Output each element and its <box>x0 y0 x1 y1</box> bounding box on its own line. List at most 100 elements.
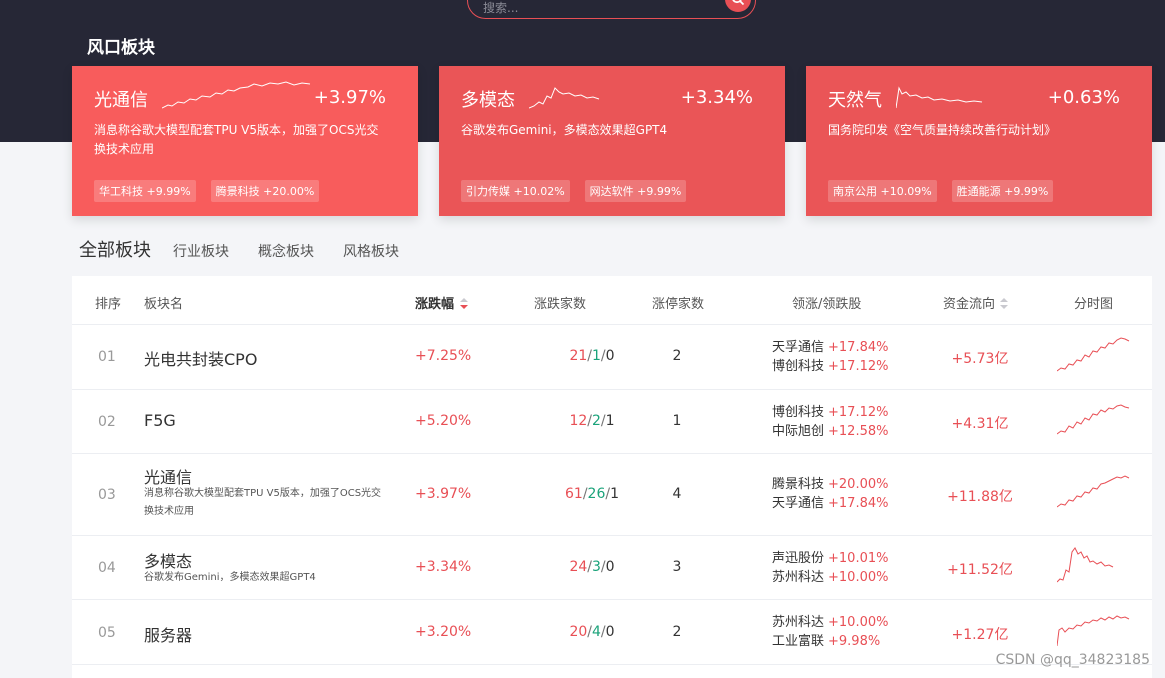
header-fund-flow-label: 资金流向 <box>943 297 996 312</box>
table-row[interactable]: 02 F5G +5.20% 12/2/1 1 博创科技 +17.12% 中际旭创 +… <box>72 389 1152 453</box>
row-intraday-sparkline <box>1057 547 1114 583</box>
row-limit-up-count: 4 <box>672 486 682 502</box>
search-placeholder: 搜索... <box>483 1 519 15</box>
tab-concept[interactable]: 概念板块 <box>258 241 314 261</box>
row-rank: 02 <box>98 414 116 430</box>
row-limit-up-count: 2 <box>672 624 682 640</box>
row-rank: 01 <box>98 349 116 365</box>
stock-chip[interactable]: 腾景科技 +20.00% <box>210 180 320 202</box>
flat-count: 26 <box>587 486 606 502</box>
row-fund-flow: +11.88亿 <box>947 489 1013 505</box>
row-leaders: 声迅股份 +10.01% 苏州科达 +10.00% <box>772 549 888 587</box>
down-count: 0 <box>605 559 615 575</box>
card-stocks: 南京公用 +10.09% 胜通能源 +9.99% <box>828 180 1054 202</box>
row-change: +3.20% <box>415 624 472 640</box>
table-row[interactable]: 05 服务器 +3.20% 20/4/0 2 苏州科达 +10.00% 工业富联 +… <box>72 599 1152 664</box>
header-change-label: 涨跌幅 <box>415 297 455 312</box>
leader-stock[interactable]: 苏州科达 <box>772 570 824 585</box>
stock-chip[interactable]: 胜通能源 +9.99% <box>951 180 1054 202</box>
row-intraday-sparkline <box>1057 337 1130 372</box>
leader-stock[interactable]: 腾景科技 <box>772 477 824 492</box>
leader-stock[interactable]: 博创科技 <box>772 405 824 420</box>
row-leaders: 苏州科达 +10.00% 工业富联 +9.98% <box>772 613 888 651</box>
leader-stock[interactable]: 天孚通信 <box>772 340 824 355</box>
up-count: 24 <box>569 559 588 575</box>
up-count: 12 <box>569 413 588 429</box>
stock-chip[interactable]: 引力传媒 +10.02% <box>461 180 570 202</box>
row-limit-up-count: 2 <box>672 348 682 364</box>
row-rank: 04 <box>98 560 116 576</box>
row-intraday-sparkline <box>1057 615 1130 647</box>
row-leaders: 天孚通信 +17.84% 博创科技 +17.12% <box>772 338 888 376</box>
hot-card-multimodal[interactable]: 多模态 +3.34% 谷歌发布Gemini，多模态效果超GPT4 引力传媒 +1… <box>439 66 785 216</box>
card-sparkline <box>529 87 600 109</box>
stock-chip[interactable]: 南京公用 +10.09% <box>828 180 937 202</box>
down-count: 1 <box>610 486 619 502</box>
leader-stock[interactable]: 声迅股份 <box>772 551 824 566</box>
sector-table: 排序 板块名 涨跌幅 涨跌家数 涨停家数 领涨/领跌股 资金流向 分时图 01 … <box>72 276 1152 678</box>
row-fund-flow: +4.31亿 <box>951 416 1009 432</box>
card-change: +3.34% <box>680 87 753 108</box>
row-fund-flow: +11.52亿 <box>947 562 1013 578</box>
row-change: +3.34% <box>415 559 472 575</box>
up-count: 20 <box>569 624 588 640</box>
sort-icon <box>1000 298 1009 309</box>
leader-change: +17.12% <box>828 405 889 420</box>
stock-chip[interactable]: 华工科技 +9.99% <box>94 180 196 202</box>
leader-change: +10.00% <box>828 615 889 630</box>
table-row[interactable]: 01 光电共封装CPO +7.25% 21/1/0 2 天孚通信 +17.84% … <box>72 324 1152 389</box>
row-leaders: 博创科技 +17.12% 中际旭创 +12.58% <box>772 403 888 441</box>
watermark: CSDN @qq_34823185 <box>995 652 1150 668</box>
stock-chip[interactable]: 网达软件 +9.99% <box>584 180 687 202</box>
flat-count: 3 <box>591 559 601 575</box>
search-button[interactable] <box>725 0 751 12</box>
row-rank: 05 <box>98 625 116 641</box>
card-change: +3.97% <box>313 87 386 108</box>
card-description: 消息称谷歌大模型配套TPU V5版本，加强了OCS光交换技术应用 <box>94 123 379 156</box>
header-intraday-chart: 分时图 <box>1074 297 1114 312</box>
table-row[interactable]: 03 光通信 消息称谷歌大模型配套TPU V5版本，加强了OCS光交换技术应用 … <box>72 453 1152 535</box>
flat-count: 2 <box>591 413 601 429</box>
row-change: +7.25% <box>415 348 472 364</box>
row-sector-name[interactable]: F5G <box>144 411 176 430</box>
down-count: 1 <box>605 413 615 429</box>
leader-change: +20.00% <box>828 477 889 492</box>
card-name: 天然气 <box>828 90 882 111</box>
hot-card-natural-gas[interactable]: 天然气 +0.63% 国务院印发《空气质量持续改善行动计划》 南京公用 +10.… <box>806 66 1152 216</box>
header-limit-up-count: 涨停家数 <box>652 297 705 312</box>
leader-change: +9.98% <box>828 634 881 649</box>
search-box[interactable]: 搜索... <box>467 0 756 19</box>
tab-industry[interactable]: 行业板块 <box>173 241 229 261</box>
row-sector-desc: 消息称谷歌大模型配套TPU V5版本，加强了OCS光交换技术应用 <box>144 488 382 517</box>
hot-card-optical[interactable]: 光通信 +3.97% 消息称谷歌大模型配套TPU V5版本，加强了OCS光交换技… <box>72 66 418 216</box>
row-limit-up-count: 3 <box>672 559 682 575</box>
card-stocks: 华工科技 +9.99% 腾景科技 +20.00% <box>94 180 320 202</box>
down-count: 0 <box>605 624 615 640</box>
leader-stock[interactable]: 博创科技 <box>772 359 824 374</box>
sort-icon <box>459 298 468 309</box>
row-rank: 03 <box>98 487 116 503</box>
table-row[interactable]: 04 多模态 谷歌发布Gemini，多模态效果超GPT4 +3.34% 24/3… <box>72 535 1152 599</box>
leader-stock[interactable]: 中际旭创 <box>772 424 824 439</box>
leader-change: +17.12% <box>828 359 889 374</box>
leader-change: +17.84% <box>828 340 889 355</box>
row-limit-up-count: 1 <box>672 413 682 429</box>
up-count: 21 <box>569 348 588 364</box>
row-intraday-sparkline <box>1057 404 1130 435</box>
row-sector-name[interactable]: 光电共封装CPO <box>144 346 257 370</box>
flat-count: 1 <box>591 348 601 364</box>
header-fund-flow[interactable]: 资金流向 <box>943 293 1009 312</box>
hot-sectors-title: 风口板块 <box>87 38 155 58</box>
leader-stock[interactable]: 苏州科达 <box>772 615 824 630</box>
tab-all-sectors[interactable]: 全部板块 <box>79 236 151 262</box>
leader-stock[interactable]: 天孚通信 <box>772 496 824 511</box>
header-change[interactable]: 涨跌幅 <box>415 293 468 312</box>
header-up-down-count: 涨跌家数 <box>534 297 587 312</box>
tab-style[interactable]: 风格板块 <box>343 241 399 261</box>
row-intraday-sparkline <box>1057 475 1130 508</box>
row-sector-name[interactable]: 服务器 <box>144 622 192 646</box>
up-count: 61 <box>564 486 583 502</box>
leader-stock[interactable]: 工业富联 <box>772 634 824 649</box>
header-rank: 排序 <box>95 297 122 312</box>
search-icon <box>732 0 745 6</box>
